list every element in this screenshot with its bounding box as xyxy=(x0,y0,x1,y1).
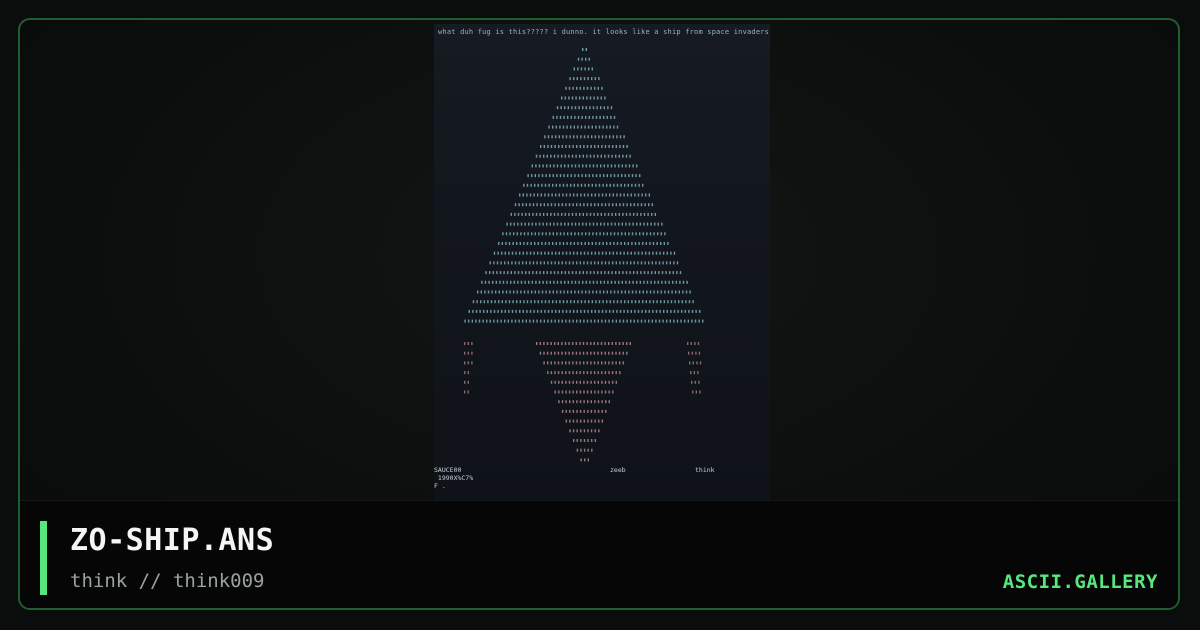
site-brand-link[interactable]: ASCII.GALLERY xyxy=(1003,571,1158,593)
ascii-art-preview[interactable]: what duh fug is this????? i dunno. it lo… xyxy=(434,24,770,500)
art-signature-right: think xyxy=(695,466,715,474)
card-frame: what duh fug is this????? i dunno. it lo… xyxy=(18,18,1180,610)
art-signature-mid: zeeb xyxy=(610,466,626,474)
art-signature-left: SAUCE00 1990X%C7% F . xyxy=(434,466,474,490)
ascii-ship-artwork xyxy=(464,48,704,462)
info-bar: ZO-SHIP.ANS think // think009 ASCII.GALL… xyxy=(20,500,1178,608)
artwork-title: ZO-SHIP.ANS xyxy=(70,523,275,558)
accent-stripe xyxy=(40,521,47,595)
artwork-credit: think // think009 xyxy=(70,570,265,592)
